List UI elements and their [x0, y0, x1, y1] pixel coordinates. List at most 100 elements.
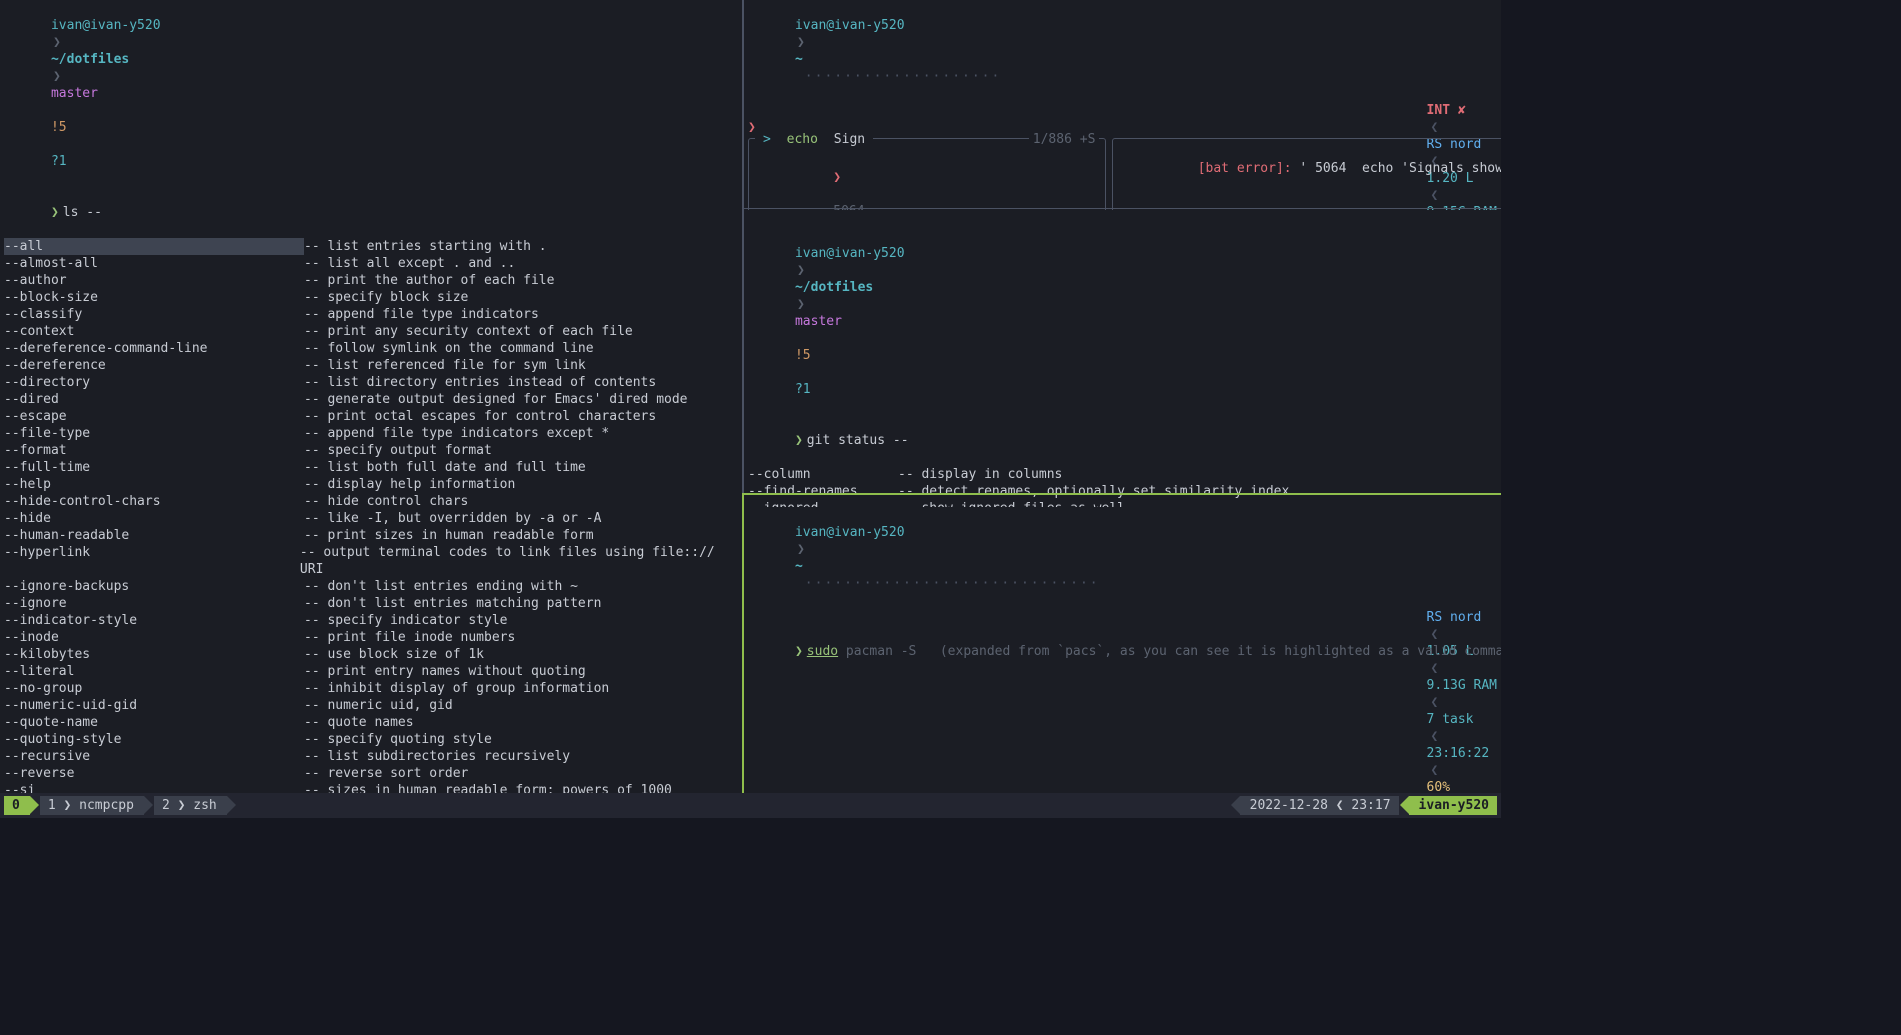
completion-item[interactable]: --ignore-- don't list entries matching p…	[4, 595, 740, 612]
completion-description: -- print sizes in human readable form	[304, 527, 594, 544]
prompt-host: ivan@ivan-y520	[795, 18, 905, 33]
completion-item[interactable]: --si-- sizes in human readable form; pow…	[4, 782, 740, 793]
fzf-result-marker: ❯	[833, 170, 841, 185]
completion-item[interactable]: --hyperlink-- output terminal codes to l…	[4, 544, 740, 578]
completion-item[interactable]: --column-- display in columns	[748, 466, 1497, 483]
completion-item[interactable]: --almost-all-- list all except . and ..	[4, 255, 740, 272]
prompt-path: ~/dotfiles	[51, 52, 129, 67]
completion-item[interactable]: --hide-control-chars-- hide control char…	[4, 493, 740, 510]
completion-description: -- reverse sort order	[304, 765, 468, 782]
completion-option: --full-time	[4, 459, 304, 476]
completion-description: -- print the author of each file	[304, 272, 554, 289]
completion-item[interactable]: --indicator-style-- specify indicator st…	[4, 612, 740, 629]
command-input[interactable]: ls --	[63, 205, 102, 220]
completion-item[interactable]: --directory-- list directory entries ins…	[4, 374, 740, 391]
prompt-symbol: ❯	[795, 644, 807, 659]
completion-item[interactable]: --recursive-- list subdirectories recurs…	[4, 748, 740, 765]
completion-item[interactable]: --hide-- like -I, but overridden by -a o…	[4, 510, 740, 527]
prompt-host: ivan@ivan-y520	[795, 525, 905, 540]
completion-description: -- print file inode numbers	[304, 629, 515, 646]
completion-description: -- display in columns	[898, 466, 1062, 483]
completion-item[interactable]: --ignored-- show ignored files as well	[748, 500, 1497, 507]
completion-description: -- list both full date and full time	[304, 459, 586, 476]
completion-description: -- append file type indicators	[304, 306, 539, 323]
chevron-right-icon: ❯	[795, 297, 807, 312]
completion-item[interactable]: --escape-- print octal escapes for contr…	[4, 408, 740, 425]
completion-item[interactable]: --reverse-- reverse sort order	[4, 765, 740, 782]
chevron-right-icon: ❯	[795, 542, 807, 557]
completion-option: --ignore	[4, 595, 304, 612]
completion-item[interactable]: --classify-- append file type indicators	[4, 306, 740, 323]
chevron-right-icon: ❯	[51, 69, 63, 84]
completion-description: -- generate output designed for Emacs' d…	[304, 391, 688, 408]
completion-description: -- output terminal codes to link files u…	[300, 544, 740, 578]
prompt-host: ivan@ivan-y520	[795, 246, 905, 261]
tmux-statusbar: 0 1 ❯ ncmpcpp 2 ❯ zsh 2022-12-28 ❮ 23:17…	[0, 793, 1501, 818]
tmux-window-1[interactable]: 1 ❯ ncmpcpp	[40, 796, 144, 815]
completion-description: -- hide control chars	[304, 493, 468, 510]
completion-option: --si	[4, 782, 304, 793]
tmux-window-2[interactable]: 2 ❯ zsh	[154, 796, 227, 815]
git-modified: !5	[795, 348, 811, 363]
completion-option: --dereference	[4, 357, 304, 374]
completion-item[interactable]: --inode-- print file inode numbers	[4, 629, 740, 646]
status-interrupt: INT ✘	[1427, 103, 1466, 118]
command-sudo[interactable]: sudo	[807, 644, 838, 659]
pane-mid-right-terminal[interactable]: ivan@ivan-y520 ❯ ~/dotfiles ❯ master !5 …	[744, 210, 1501, 507]
completion-description: -- list referenced file for sym link	[304, 357, 586, 374]
status-tasks: 7 task	[1427, 712, 1474, 727]
completion-item[interactable]: --file-type-- append file type indicator…	[4, 425, 740, 442]
completion-item[interactable]: --find-renames-- detect renames, optiona…	[748, 483, 1497, 500]
completion-item[interactable]: --ignore-backups-- don't list entries en…	[4, 578, 740, 595]
completion-description: -- inhibit display of group information	[304, 680, 609, 697]
completion-option: --context	[4, 323, 304, 340]
completion-description: -- list all except . and ..	[304, 255, 515, 272]
fzf-results-box[interactable]: > echo Sign 1/886 +S ❯ 5064 echo 'Signal…	[748, 138, 1106, 210]
completion-item[interactable]: --all-- list entries starting with .	[4, 238, 740, 255]
command-rest[interactable]: pacman -S (expanded from `pacs`, as you …	[838, 644, 1501, 659]
bat-error-text: ' 5064 echo 'Signals shown in t	[1292, 161, 1501, 176]
completion-item[interactable]: --context-- print any security context o…	[4, 323, 740, 340]
completion-description: -- numeric uid, gid	[304, 697, 453, 714]
completion-item[interactable]: --kilobytes-- use block size of 1k	[4, 646, 740, 663]
prompt-path: ~	[795, 559, 803, 574]
completion-item[interactable]: --dired-- generate output designed for E…	[4, 391, 740, 408]
tmux-session[interactable]: 0	[4, 796, 30, 815]
tmux-host: ivan-y520	[1409, 796, 1497, 815]
completion-option: --literal	[4, 663, 304, 680]
completion-item[interactable]: --quote-name-- quote names	[4, 714, 740, 731]
completion-option: --numeric-uid-gid	[4, 697, 304, 714]
completion-description: -- specify block size	[304, 289, 468, 306]
prompt-path: ~	[795, 52, 803, 67]
dot-filler: ······························	[795, 576, 1109, 591]
status-clock: 23:16:22	[1427, 746, 1490, 761]
completion-option: --reverse	[4, 765, 304, 782]
fzf-query-text[interactable]: Sign	[822, 132, 869, 147]
completion-item[interactable]: --author-- print the author of each file	[4, 272, 740, 289]
completion-item[interactable]: --full-time-- list both full date and fu…	[4, 459, 740, 476]
pane-top-right-terminal[interactable]: ivan@ivan-y520 ❯ ~ ···················· …	[744, 0, 1501, 210]
pane-bottom-right-terminal[interactable]: ivan@ivan-y520 ❯ ~ ·····················…	[744, 507, 1501, 793]
prompt-symbol: ❯	[795, 433, 807, 448]
completion-option: --directory	[4, 374, 304, 391]
status-rs: RS nord	[1427, 610, 1482, 625]
completion-item[interactable]: --block-size-- specify block size	[4, 289, 740, 306]
completion-item[interactable]: --quoting-style-- specify quoting style	[4, 731, 740, 748]
completion-item[interactable]: --no-group-- inhibit display of group in…	[4, 680, 740, 697]
completion-item[interactable]: --dereference-command-line-- follow syml…	[4, 340, 740, 357]
git-untracked: ?1	[795, 382, 811, 397]
completion-item[interactable]: --dereference-- list referenced file for…	[4, 357, 740, 374]
pane-left-terminal[interactable]: ivan@ivan-y520 ❯ ~/dotfiles ❯ master !5 …	[0, 0, 744, 793]
completion-item[interactable]: --format-- specify output format	[4, 442, 740, 459]
completion-list[interactable]: --column-- display in columns--find-rena…	[748, 466, 1497, 507]
git-branch: master	[795, 314, 842, 329]
completion-option: --ignore-backups	[4, 578, 304, 595]
completion-item[interactable]: --literal-- print entry names without qu…	[4, 663, 740, 680]
completion-item[interactable]: --human-readable-- print sizes in human …	[4, 527, 740, 544]
completion-list[interactable]: --all-- list entries starting with .--al…	[4, 238, 740, 793]
command-input[interactable]: git status --	[807, 433, 909, 448]
completion-option: --indicator-style	[4, 612, 304, 629]
fzf-query-cmd[interactable]: echo	[783, 132, 822, 147]
completion-item[interactable]: --numeric-uid-gid-- numeric uid, gid	[4, 697, 740, 714]
completion-item[interactable]: --help-- display help information	[4, 476, 740, 493]
